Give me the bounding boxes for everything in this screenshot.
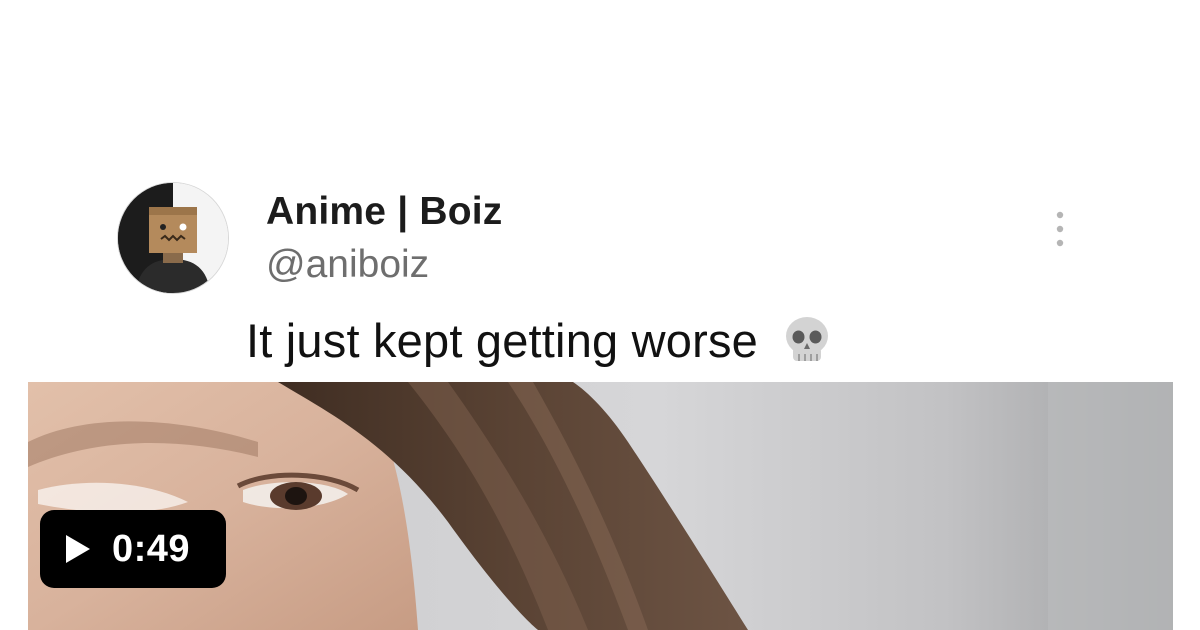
tweet-text-row: It just kept getting worse	[246, 305, 836, 375]
avatar[interactable]	[118, 183, 228, 293]
box-head-avatar-icon	[118, 183, 228, 293]
more-options-icon	[1056, 211, 1064, 247]
tweet-text: It just kept getting worse	[246, 313, 759, 367]
more-options-button[interactable]	[1046, 207, 1074, 251]
video-duration-badge[interactable]: 0:49	[40, 510, 226, 588]
video-thumbnail[interactable]	[28, 382, 1173, 630]
skull-icon	[778, 311, 836, 369]
video-frame-image	[28, 382, 1173, 630]
tweet-card: Anime | Boiz @aniboiz It just kept getti…	[0, 0, 1200, 630]
play-icon	[64, 533, 92, 565]
video-duration: 0:49	[112, 527, 191, 570]
display-name[interactable]: Anime | Boiz	[266, 190, 503, 234]
user-handle[interactable]: @aniboiz	[266, 243, 429, 287]
